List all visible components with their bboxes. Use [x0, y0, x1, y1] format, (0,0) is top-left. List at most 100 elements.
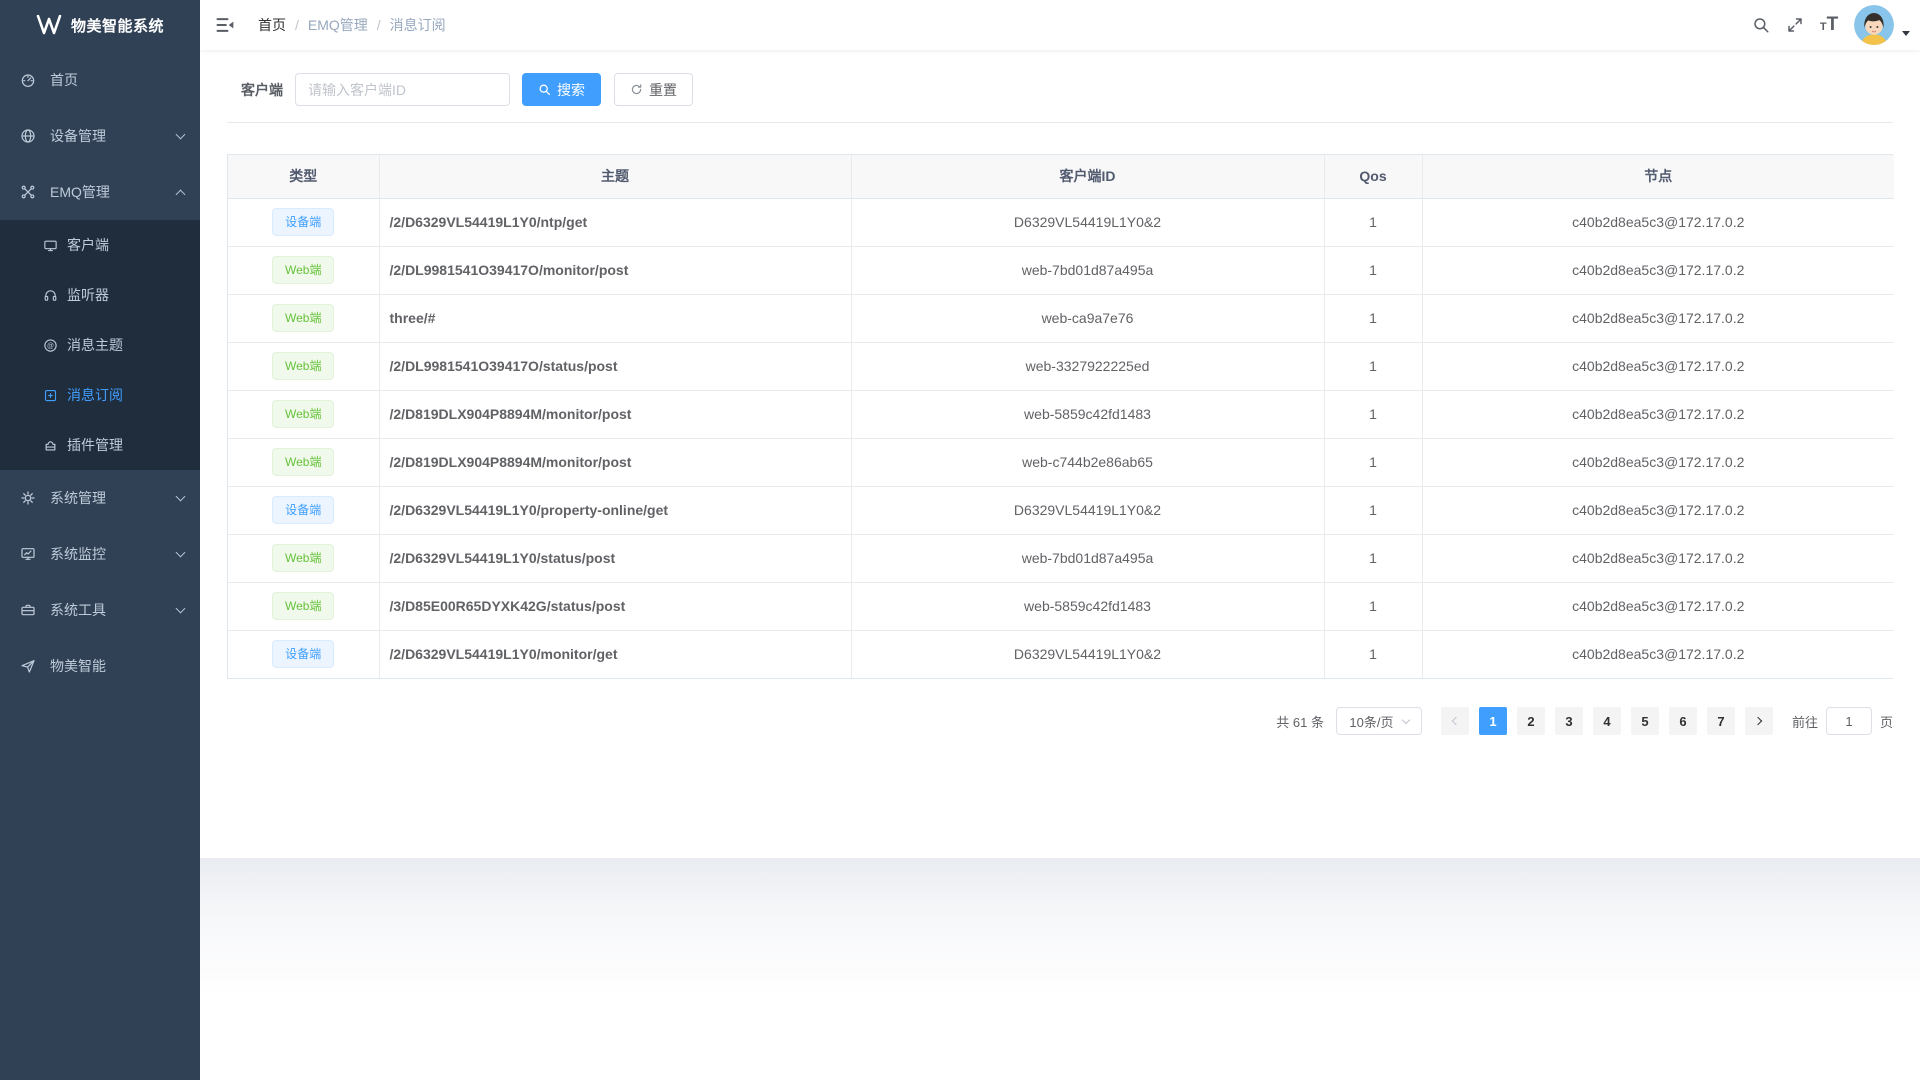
client-cell: web-c744b2e86ab65: [851, 438, 1324, 486]
chevron-down-icon: [1401, 715, 1409, 723]
app-logo: 物美智能系统: [0, 0, 200, 50]
next-page-button[interactable]: [1745, 707, 1773, 735]
type-badge: Web端: [272, 256, 334, 284]
search-icon: [538, 83, 551, 96]
breadcrumb: 首页 / EMQ管理 / 消息订阅: [258, 15, 446, 35]
sidebar-item-plugin[interactable]: 插件管理: [0, 420, 200, 470]
table-row: Web端 /2/D819DLX904P8894M/monitor/post we…: [228, 390, 1894, 438]
node-cell: c40b2d8ea5c3@172.17.0.2: [1422, 438, 1894, 486]
page-button-7[interactable]: 7: [1707, 707, 1735, 735]
breadcrumb-current: 消息订阅: [390, 15, 446, 35]
type-badge: 设备端: [272, 208, 334, 236]
type-badge: Web端: [272, 448, 334, 476]
sidebar-item-monitor[interactable]: 系统监控: [0, 526, 200, 582]
device-management-icon: [20, 128, 36, 144]
chevron-down-icon: [176, 604, 186, 614]
page-button-3[interactable]: 3: [1555, 707, 1583, 735]
chevron-right-icon: [1754, 717, 1762, 725]
sidebar-item-subscription[interactable]: 消息订阅: [0, 370, 200, 420]
chevron-left-icon: [1452, 717, 1460, 725]
sidebar-item-label: 系统工具: [50, 600, 106, 620]
node-cell: c40b2d8ea5c3@172.17.0.2: [1422, 342, 1894, 390]
table-row: 设备端 /2/D6329VL54419L1Y0/property-online/…: [228, 486, 1894, 534]
sidebar-item-label: 消息主题: [67, 335, 123, 355]
sidebar-item-label: 设备管理: [50, 126, 106, 146]
node-cell: c40b2d8ea5c3@172.17.0.2: [1422, 390, 1894, 438]
breadcrumb-separator: /: [295, 17, 299, 33]
client-cell: D6329VL54419L1Y0&2: [851, 198, 1324, 246]
user-menu[interactable]: [1854, 5, 1910, 45]
sidebar-item-system[interactable]: 系统管理: [0, 470, 200, 526]
breadcrumb-home[interactable]: 首页: [258, 15, 286, 35]
search-field-label: 客户端: [241, 80, 283, 100]
node-cell: c40b2d8ea5c3@172.17.0.2: [1422, 198, 1894, 246]
svg-text:@: @: [47, 343, 54, 350]
sidebar-collapse-button[interactable]: [200, 0, 250, 50]
font-size-button[interactable]: TT: [1812, 0, 1846, 50]
prev-page-button[interactable]: [1441, 707, 1469, 735]
search-button[interactable]: 搜索: [522, 73, 601, 106]
sidebar-item-topic[interactable]: @ 消息主题: [0, 320, 200, 370]
pagination: 共 61 条 10条/页 1 2 3 4 5 6 7 前往 页: [227, 707, 1893, 735]
page-button-5[interactable]: 5: [1631, 707, 1659, 735]
col-header-qos: Qos: [1324, 155, 1422, 198]
sidebar-item-label: 消息订阅: [67, 385, 123, 405]
table-row: Web端 /2/DL9981541O39417O/monitor/post we…: [228, 246, 1894, 294]
sidebar-menu: 首页 设备管理 EMQ管理: [0, 50, 200, 694]
page-button-1[interactable]: 1: [1479, 707, 1507, 735]
main-content: 客户端 搜索 重置: [200, 50, 1920, 858]
header-search-button[interactable]: [1744, 0, 1778, 50]
topic-cell: /2/D6329VL54419L1Y0/ntp/get: [379, 198, 851, 246]
client-cell: web-7bd01d87a495a: [851, 534, 1324, 582]
table-header-row: 类型 主题 客户端ID Qos 节点: [228, 155, 1894, 198]
reset-button[interactable]: 重置: [614, 73, 693, 106]
client-id-input[interactable]: [295, 73, 510, 106]
subscription-icon: [43, 388, 58, 403]
qos-cell: 1: [1324, 198, 1422, 246]
table-row: Web端 /2/DL9981541O39417O/status/post web…: [228, 342, 1894, 390]
qos-cell: 1: [1324, 342, 1422, 390]
emq-icon: [20, 184, 36, 200]
page-size-select[interactable]: 10条/页: [1336, 707, 1422, 735]
search-form: 客户端 搜索 重置: [241, 73, 1893, 106]
type-badge: Web端: [272, 592, 334, 620]
page-button-2[interactable]: 2: [1517, 707, 1545, 735]
section-divider: [227, 122, 1893, 123]
client-cell: web-5859c42fd1483: [851, 582, 1324, 630]
sidebar-item-emq[interactable]: EMQ管理: [0, 164, 200, 220]
navbar-actions: TT: [1744, 0, 1920, 50]
jump-suffix: 页: [1880, 712, 1893, 731]
sidebar-item-tools[interactable]: 系统工具: [0, 582, 200, 638]
topic-cell: /2/D819DLX904P8894M/monitor/post: [379, 390, 851, 438]
emq-submenu: 客户端 监听器 @ 消息主题: [0, 220, 200, 470]
qos-cell: 1: [1324, 582, 1422, 630]
topic-icon: @: [43, 338, 58, 353]
sidebar-item-devices[interactable]: 设备管理: [0, 108, 200, 164]
page-button-6[interactable]: 6: [1669, 707, 1697, 735]
sidebar-item-label: 物美智能: [50, 656, 106, 676]
col-header-node: 节点: [1422, 155, 1894, 198]
node-cell: c40b2d8ea5c3@172.17.0.2: [1422, 294, 1894, 342]
sidebar-item-listener[interactable]: 监听器: [0, 270, 200, 320]
table-row: Web端 /3/D85E00R65DYXK42G/status/post web…: [228, 582, 1894, 630]
table-row: Web端 /2/D819DLX904P8894M/monitor/post we…: [228, 438, 1894, 486]
qos-cell: 1: [1324, 294, 1422, 342]
paper-plane-icon: [20, 658, 36, 674]
sidebar-item-home[interactable]: 首页: [0, 52, 200, 108]
topic-cell: /2/D6329VL54419L1Y0/status/post: [379, 534, 851, 582]
qos-cell: 1: [1324, 486, 1422, 534]
top-navbar: 首页 / EMQ管理 / 消息订阅 TT: [200, 0, 1920, 50]
system-monitor-icon: [20, 546, 36, 562]
fullscreen-button[interactable]: [1778, 0, 1812, 50]
col-header-type: 类型: [228, 155, 379, 198]
client-cell: web-ca9a7e76: [851, 294, 1324, 342]
sidebar-item-wumei-link[interactable]: 物美智能: [0, 638, 200, 694]
type-badge: Web端: [272, 304, 334, 332]
page-button-4[interactable]: 4: [1593, 707, 1621, 735]
node-cell: c40b2d8ea5c3@172.17.0.2: [1422, 486, 1894, 534]
sidebar-item-client[interactable]: 客户端: [0, 220, 200, 270]
topic-cell: /2/D6329VL54419L1Y0/monitor/get: [379, 630, 851, 678]
jump-page-input[interactable]: [1826, 707, 1872, 735]
node-cell: c40b2d8ea5c3@172.17.0.2: [1422, 630, 1894, 678]
client-cell: web-3327922225ed: [851, 342, 1324, 390]
